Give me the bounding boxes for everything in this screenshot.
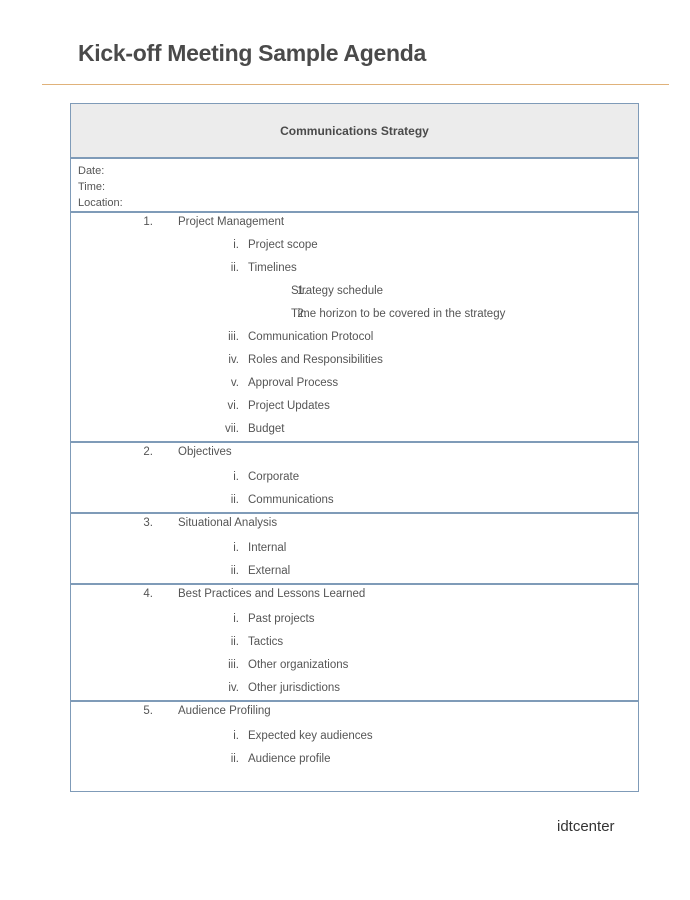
item-number: iv. bbox=[228, 682, 239, 694]
item-number: ii. bbox=[230, 565, 239, 577]
item-number: i. bbox=[233, 613, 239, 625]
item-number: vi. bbox=[227, 400, 240, 412]
list-item: ii. Audience profile bbox=[71, 748, 638, 771]
watermark-text: idtcenter bbox=[557, 818, 615, 835]
list-item: ii. Timelines bbox=[71, 257, 638, 280]
section-title: Situational Analysis bbox=[178, 517, 278, 529]
item-number: ii. bbox=[230, 494, 239, 506]
item-number: iv. bbox=[228, 354, 239, 366]
sub-list-item: 2. Time horizon to be covered in the stra… bbox=[71, 303, 638, 326]
section-heading: 3. Situational Analysis bbox=[71, 514, 638, 537]
list-item: i. Internal bbox=[71, 537, 638, 560]
agenda-section: 1. Project Management i. Project scope ii… bbox=[71, 213, 638, 443]
section-number: 3. bbox=[143, 517, 153, 529]
item-label: Expected key audiences bbox=[248, 730, 373, 742]
item-number: i. bbox=[233, 239, 239, 251]
date-label: Date: bbox=[78, 165, 105, 177]
item-number: ii. bbox=[230, 636, 239, 648]
item-label: Past projects bbox=[248, 613, 315, 625]
item-label: Timelines bbox=[248, 262, 297, 274]
item-label: Project Updates bbox=[248, 400, 330, 412]
section-heading: 5. Audience Profiling bbox=[71, 702, 638, 725]
list-item: v. Approval Process bbox=[71, 372, 638, 395]
item-label: Project scope bbox=[248, 239, 318, 251]
item-label: External bbox=[248, 565, 291, 577]
section-number: 2. bbox=[143, 446, 153, 458]
list-item: vi. Project Updates bbox=[71, 395, 638, 418]
section-heading: 1. Project Management bbox=[71, 213, 638, 234]
item-label: Corporate bbox=[248, 471, 300, 483]
location-label: Location: bbox=[78, 197, 123, 209]
agenda-section: 5. Audience Profiling i. Expected key aud… bbox=[71, 702, 638, 791]
list-item: iii. Other organizations bbox=[71, 654, 638, 677]
list-item: iv. Roles and Responsibilities bbox=[71, 349, 638, 372]
agenda-section: 3. Situational Analysis i. Internal ii. Ex… bbox=[71, 514, 638, 585]
list-item: iii. Communication Protocol bbox=[71, 326, 638, 349]
item-number: i. bbox=[233, 471, 239, 483]
section-heading: 2. Objectives bbox=[71, 443, 638, 466]
item-label: Other organizations bbox=[248, 659, 349, 671]
agenda-section: 4. Best Practices and Lessons Learned i.… bbox=[71, 585, 638, 702]
agenda-table: Communications Strategy Date: Time: Loca… bbox=[70, 103, 639, 792]
section-number: 5. bbox=[143, 705, 153, 717]
list-item: i. Corporate bbox=[71, 466, 638, 489]
list-item: i. Past projects bbox=[71, 608, 638, 631]
agenda-section: 2. Objectives i. Corporate ii. Communicati… bbox=[71, 443, 638, 514]
item-label: Communication Protocol bbox=[248, 331, 374, 343]
list-item: i. Project scope bbox=[71, 234, 638, 257]
list-item: i. Expected key audiences bbox=[71, 725, 638, 748]
item-label: Other jurisdictions bbox=[248, 682, 341, 694]
item-number: i. bbox=[233, 542, 239, 554]
item-label: Time horizon to be covered in the strate… bbox=[291, 308, 506, 320]
item-number: v. bbox=[230, 377, 239, 389]
item-number: ii. bbox=[230, 753, 239, 765]
sub-list-item: 1. Strategy schedule bbox=[71, 280, 638, 303]
section-title: Audience Profiling bbox=[178, 705, 271, 717]
page-title: Kick-off Meeting Sample Agenda bbox=[78, 40, 426, 66]
section-number: 4. bbox=[143, 588, 153, 600]
item-number: iii. bbox=[228, 659, 239, 671]
item-label: Audience profile bbox=[248, 753, 331, 765]
item-label: Approval Process bbox=[248, 377, 339, 389]
time-label: Time: bbox=[78, 181, 106, 193]
section-title: Best Practices and Lessons Learned bbox=[178, 588, 366, 600]
item-label: Roles and Responsibilities bbox=[248, 354, 383, 366]
section-title: Objectives bbox=[178, 446, 232, 458]
list-item: ii. External bbox=[71, 560, 638, 583]
item-label: Internal bbox=[248, 542, 287, 554]
item-number: iii. bbox=[228, 331, 239, 343]
item-number: vii. bbox=[224, 423, 239, 435]
item-label: Communications bbox=[248, 494, 334, 506]
item-number: ii. bbox=[230, 262, 239, 274]
item-number: i. bbox=[233, 730, 239, 742]
item-label: Strategy schedule bbox=[291, 285, 384, 297]
item-label: Budget bbox=[248, 423, 285, 435]
list-item: ii. Tactics bbox=[71, 631, 638, 654]
item-label: Tactics bbox=[248, 636, 284, 648]
section-heading: 4. Best Practices and Lessons Learned bbox=[71, 585, 638, 608]
list-item: vii. Budget bbox=[71, 418, 638, 441]
meeting-info: Date: Time: Location: bbox=[71, 159, 638, 213]
list-item: ii. Communications bbox=[71, 489, 638, 512]
table-header: Communications Strategy bbox=[71, 104, 638, 159]
title-divider bbox=[42, 84, 669, 85]
list-item: iv. Other jurisdictions bbox=[71, 677, 638, 700]
section-title: Project Management bbox=[178, 216, 285, 228]
section-number: 1. bbox=[143, 216, 153, 228]
